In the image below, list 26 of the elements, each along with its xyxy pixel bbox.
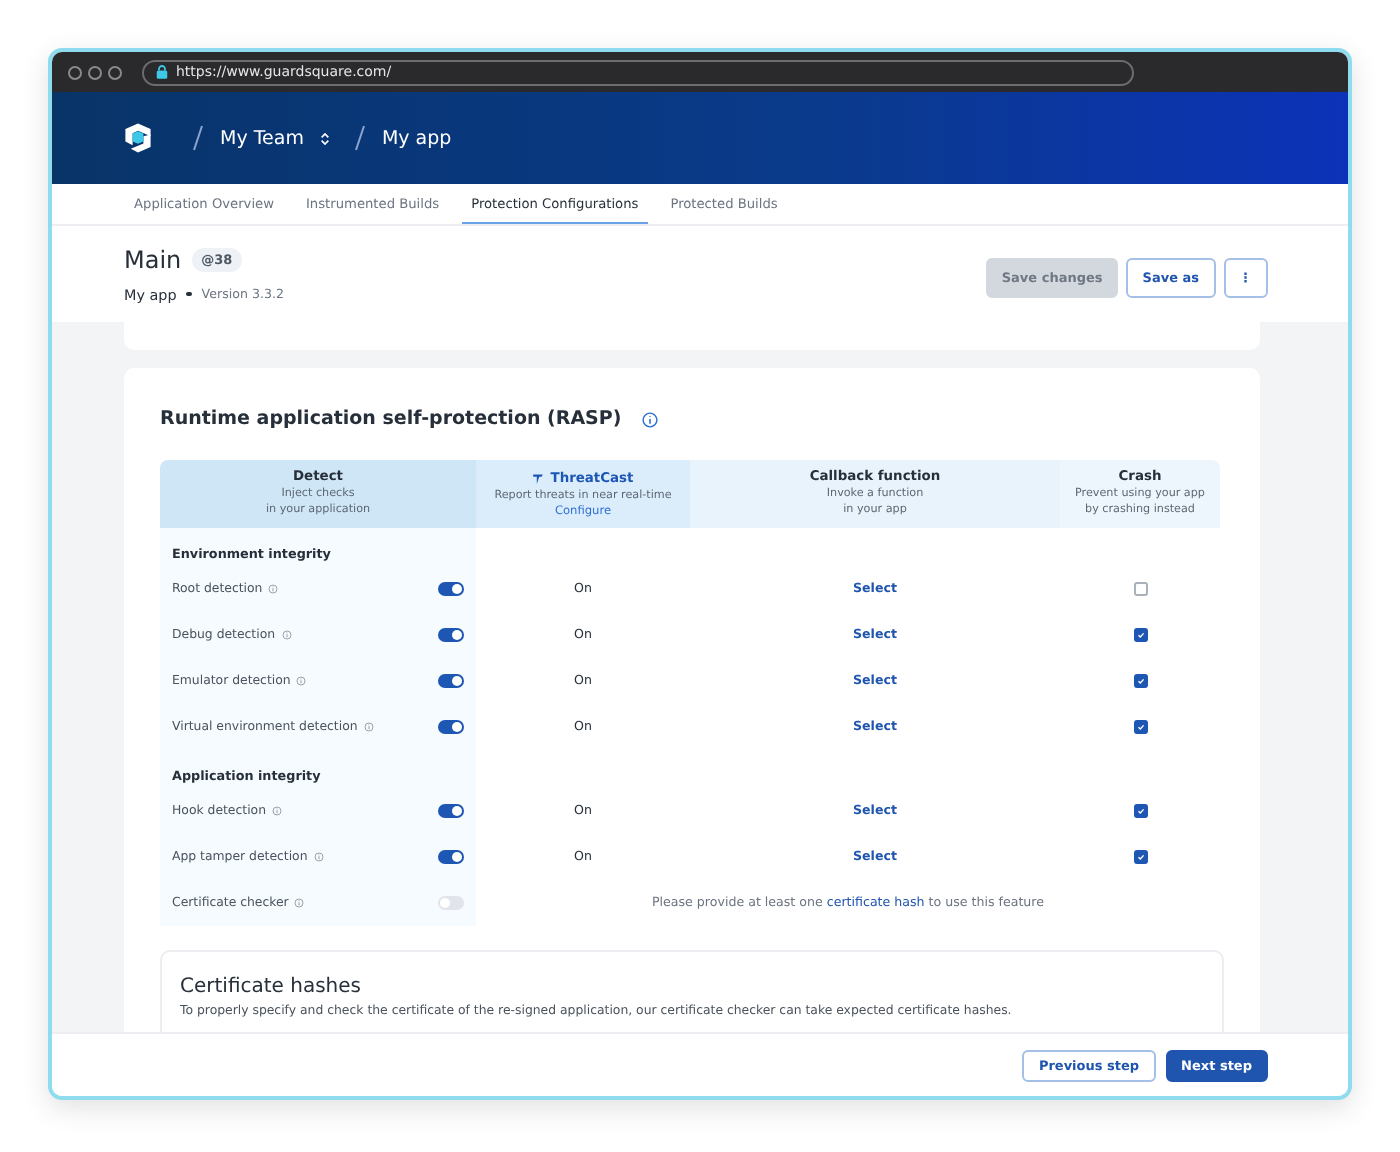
bullet-icon	[186, 291, 192, 297]
toggle-switch[interactable]	[438, 896, 464, 910]
toggle-switch[interactable]	[438, 720, 464, 734]
chevron-up-down-icon[interactable]	[319, 129, 330, 147]
checkbox[interactable]	[1133, 804, 1147, 818]
lock-icon	[156, 64, 168, 80]
toggle-switch[interactable]	[438, 674, 464, 688]
section-title: Certificate hashes	[180, 976, 363, 998]
logo-icon[interactable]	[120, 120, 156, 156]
slash-separator-icon	[192, 124, 204, 152]
checkbox[interactable]	[1133, 720, 1147, 734]
info-icon[interactable]	[641, 411, 658, 427]
breadcrumb-link[interactable]: My app	[381, 127, 452, 149]
checkbox[interactable]	[1133, 628, 1147, 642]
section-title: Runtime application self-protection (RASP)	[160, 408, 622, 430]
breadcrumb-link[interactable]: My Team	[220, 127, 304, 149]
page-title: Main	[124, 245, 182, 273]
toggle-switch[interactable]	[438, 582, 464, 596]
toggle-switch[interactable]	[438, 628, 464, 642]
threatcast-logo-icon	[532, 472, 545, 485]
toggle-switch[interactable]	[438, 804, 464, 818]
checkbox[interactable]	[1133, 674, 1147, 688]
toggle-switch[interactable]	[438, 850, 464, 864]
checkbox[interactable]	[1133, 582, 1147, 596]
slash-separator-icon	[353, 124, 366, 152]
checkbox[interactable]	[1133, 850, 1147, 864]
